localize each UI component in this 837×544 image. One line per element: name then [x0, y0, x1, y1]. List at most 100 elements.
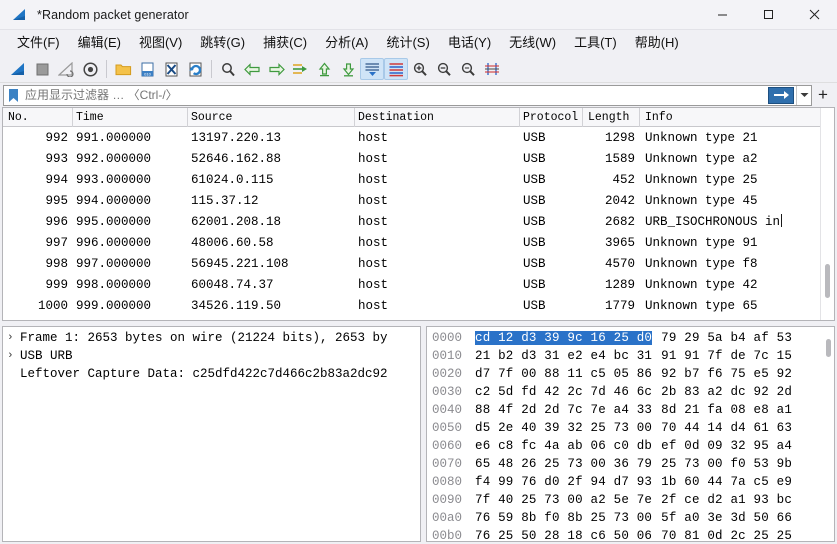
hex-row[interactable]: 0050d5 2e 40 39 32 25 73 0070 44 14 d4 6… [427, 419, 834, 437]
hex-bytes-right[interactable]: 79 29 5a b4 af 53 [661, 331, 792, 345]
open-file-icon[interactable] [111, 58, 135, 80]
column-header-no[interactable]: No. [3, 108, 73, 127]
hex-bytes-right[interactable]: 25 73 00 f0 53 9b [661, 457, 792, 471]
reload-file-icon[interactable] [183, 58, 207, 80]
expand-arrow-icon[interactable]: › [7, 350, 20, 362]
hex-row[interactable]: 00a076 59 8b f0 8b 25 73 005f a0 3e 3d 5… [427, 509, 834, 527]
hex-row[interactable]: 00907f 40 25 73 00 a2 5e 7e2f ce d2 a1 9… [427, 491, 834, 509]
filter-input[interactable] [21, 86, 768, 105]
cell-src: 115.37.12 [188, 194, 355, 208]
start-capture-icon[interactable] [6, 58, 30, 80]
packet-bytes-scrollbar-thumb[interactable] [826, 339, 831, 357]
hex-row[interactable]: 0060e6 c8 fc 4a ab 06 c0 dbef 0d 09 32 9… [427, 437, 834, 455]
find-packet-icon[interactable] [216, 58, 240, 80]
menu-help[interactable]: 帮助(H) [626, 33, 688, 54]
column-header-source[interactable]: Source [188, 108, 355, 127]
stop-capture-icon[interactable] [30, 58, 54, 80]
save-file-icon[interactable]: 010 [135, 58, 159, 80]
resize-columns-icon[interactable] [480, 58, 504, 80]
hex-row[interactable]: 0080f4 99 76 d0 2f 94 d7 931b 60 44 7a c… [427, 473, 834, 491]
packet-list-scrollbar-thumb[interactable] [825, 264, 830, 298]
hex-bytes-left[interactable]: 76 25 50 28 18 c6 50 06 [475, 529, 652, 542]
hex-row[interactable]: 0030c2 5d fd 42 2c 7d 46 6c2b 83 a2 dc 9… [427, 383, 834, 401]
menu-wireless[interactable]: 无线(W) [500, 33, 565, 54]
menu-tools[interactable]: 工具(T) [565, 33, 626, 54]
table-row[interactable]: 997996.00000048006.60.58hostUSB3965Unkno… [3, 232, 834, 253]
go-back-icon[interactable] [240, 58, 264, 80]
column-header-length[interactable]: Length [583, 108, 640, 127]
chevron-down-icon[interactable] [796, 86, 811, 105]
detail-line[interactable]: ›Frame 1: 2653 bytes on wire (21224 bits… [3, 329, 420, 347]
hex-bytes-left[interactable]: e6 c8 fc 4a ab 06 c0 db [475, 439, 652, 453]
hex-row[interactable]: 00b076 25 50 28 18 c6 50 0670 81 0d 2c 2… [427, 527, 834, 542]
add-filter-button[interactable]: + [812, 84, 834, 106]
menu-file[interactable]: 文件(F) [8, 33, 69, 54]
detail-line[interactable]: Leftover Capture Data: c25dfd422c7d466c2… [3, 365, 420, 383]
hex-bytes-right[interactable]: ef 0d 09 32 95 a4 [661, 439, 792, 453]
go-forward-icon[interactable] [264, 58, 288, 80]
go-first-packet-icon[interactable] [312, 58, 336, 80]
hex-bytes-left[interactable]: 88 4f 2d 2d 7c 7e a4 33 [475, 403, 652, 417]
zoom-reset-icon[interactable] [456, 58, 480, 80]
hex-bytes-right[interactable]: 5f a0 3e 3d 50 66 [661, 511, 792, 525]
hex-bytes-right[interactable]: 92 b7 f6 75 e5 92 [661, 367, 792, 381]
hex-row[interactable]: 007065 48 26 25 73 00 36 7925 73 00 f0 5… [427, 455, 834, 473]
capture-options-icon[interactable] [78, 58, 102, 80]
hex-bytes-left[interactable]: d7 7f 00 88 11 c5 05 86 [475, 367, 652, 381]
hex-bytes-right[interactable]: 91 91 7f de 7c 15 [661, 349, 792, 363]
close-button[interactable] [791, 0, 837, 30]
hex-bytes-right[interactable]: 2f ce d2 a1 93 bc [661, 493, 792, 507]
hex-row[interactable]: 0000cd 12 d3 39 9c 16 25 d079 29 5a b4 a… [427, 329, 834, 347]
table-row[interactable]: 992991.00000013197.220.13hostUSB1298Unkn… [3, 127, 834, 148]
table-row[interactable]: 993992.00000052646.162.88hostUSB1589Unkn… [3, 148, 834, 169]
hex-bytes-left[interactable]: 7f 40 25 73 00 a2 5e 7e [475, 493, 652, 507]
expand-arrow-icon[interactable]: › [7, 332, 20, 344]
table-row[interactable]: 996995.00000062001.208.18hostUSB2682URB_… [3, 211, 834, 232]
menu-capture[interactable]: 捕获(C) [254, 33, 316, 54]
apply-filter-button[interactable] [768, 87, 794, 104]
hex-bytes-right[interactable]: 1b 60 44 7a c5 e9 [661, 475, 792, 489]
go-to-packet-icon[interactable] [288, 58, 312, 80]
menu-go[interactable]: 跳转(G) [191, 33, 254, 54]
hex-bytes-left[interactable]: c2 5d fd 42 2c 7d 46 6c [475, 385, 652, 399]
close-file-icon[interactable] [159, 58, 183, 80]
hex-bytes-left[interactable]: 76 59 8b f0 8b 25 73 00 [475, 511, 652, 525]
hex-bytes-right[interactable]: 8d 21 fa 08 e8 a1 [661, 403, 792, 417]
packet-list-scrollbar[interactable] [820, 108, 834, 320]
minimize-button[interactable] [699, 0, 745, 30]
hex-row[interactable]: 0020d7 7f 00 88 11 c5 05 8692 b7 f6 75 e… [427, 365, 834, 383]
maximize-button[interactable] [745, 0, 791, 30]
menu-view[interactable]: 视图(V) [130, 33, 191, 54]
menu-analyze[interactable]: 分析(A) [316, 33, 377, 54]
zoom-in-icon[interactable] [408, 58, 432, 80]
colorize-icon[interactable] [384, 58, 408, 80]
table-row[interactable]: 1000999.00000034526.119.50hostUSB1779Unk… [3, 295, 834, 316]
zoom-out-icon[interactable] [432, 58, 456, 80]
hex-bytes-left[interactable]: d5 2e 40 39 32 25 73 00 [475, 421, 652, 435]
bookmark-icon[interactable] [5, 86, 21, 105]
detail-line[interactable]: ›USB URB [3, 347, 420, 365]
menu-statistics[interactable]: 统计(S) [377, 33, 438, 54]
menu-telephony[interactable]: 电话(Y) [439, 33, 500, 54]
hex-row[interactable]: 004088 4f 2d 2d 7c 7e a4 338d 21 fa 08 e… [427, 401, 834, 419]
hex-bytes-right[interactable]: 2b 83 a2 dc 92 2d [661, 385, 792, 399]
table-row[interactable]: 998997.00000056945.221.108hostUSB4570Unk… [3, 253, 834, 274]
hex-bytes-left[interactable]: cd 12 d3 39 9c 16 25 d0 [475, 331, 652, 345]
column-header-protocol[interactable]: Protocol [520, 108, 583, 127]
hex-bytes-left[interactable]: 21 b2 d3 31 e2 e4 bc 31 [475, 349, 652, 363]
restart-capture-icon[interactable] [54, 58, 78, 80]
table-row[interactable]: 994993.00000061024.0.115hostUSB452Unknow… [3, 169, 834, 190]
table-row[interactable]: 995994.000000115.37.12hostUSB2042Unknown… [3, 190, 834, 211]
column-header-time[interactable]: Time [73, 108, 188, 127]
hex-bytes-left[interactable]: 65 48 26 25 73 00 36 79 [475, 457, 652, 471]
hex-row[interactable]: 001021 b2 d3 31 e2 e4 bc 3191 91 7f de 7… [427, 347, 834, 365]
auto-scroll-icon[interactable] [360, 58, 384, 80]
hex-bytes-right[interactable]: 70 81 0d 2c 25 25 [661, 529, 792, 542]
menu-edit[interactable]: 编辑(E) [69, 33, 130, 54]
column-header-info[interactable]: Info [640, 108, 834, 127]
hex-bytes-right[interactable]: 70 44 14 d4 61 63 [661, 421, 792, 435]
table-row[interactable]: 999998.00000060048.74.37hostUSB1289Unkno… [3, 274, 834, 295]
hex-bytes-left[interactable]: f4 99 76 d0 2f 94 d7 93 [475, 475, 652, 489]
go-last-packet-icon[interactable] [336, 58, 360, 80]
column-header-destination[interactable]: Destination [355, 108, 520, 127]
